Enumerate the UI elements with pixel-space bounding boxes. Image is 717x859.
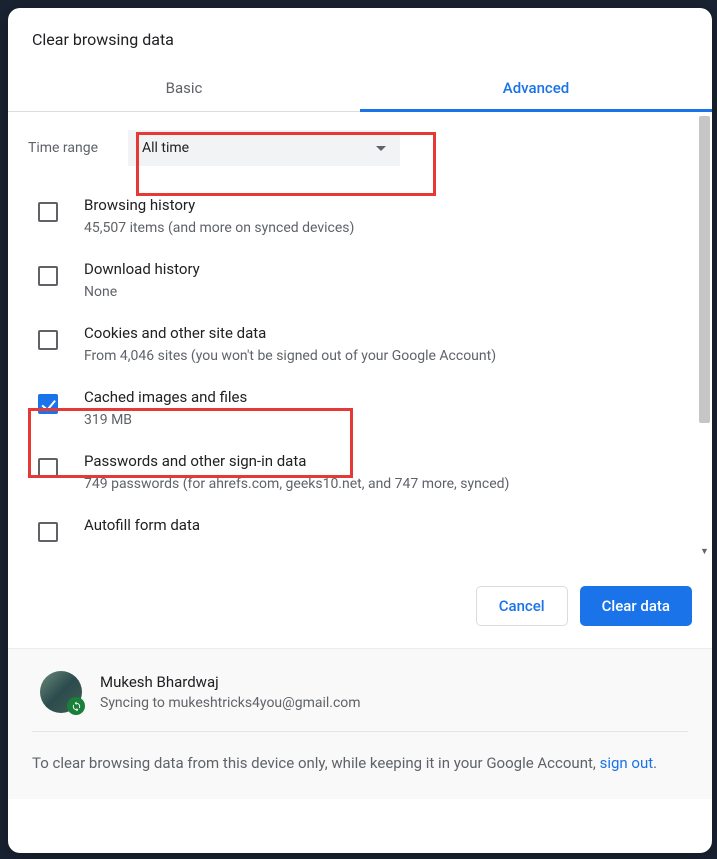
time-range-row: Time range All time <box>8 112 696 184</box>
item-texts: Cookies and other site data From 4,046 s… <box>84 324 496 364</box>
item-texts: Autofill form data <box>84 516 200 534</box>
scroll-down-icon[interactable]: ▼ <box>699 546 710 557</box>
avatar-wrap <box>40 671 82 713</box>
item-desc: From 4,046 sites (you won't be signed ou… <box>84 348 496 364</box>
item-download-history[interactable]: Download history None <box>8 248 696 312</box>
item-texts: Browsing history 45,507 items (and more … <box>84 196 354 236</box>
item-desc: 319 MB <box>84 412 247 428</box>
item-cached-images[interactable]: Cached images and files 319 MB <box>8 376 696 440</box>
checkbox-browsing-history[interactable] <box>38 202 58 222</box>
item-desc: 749 passwords (for ahrefs.com, geeks10.n… <box>84 476 509 492</box>
item-desc: None <box>84 284 200 300</box>
sign-out-link[interactable]: sign out <box>600 754 654 772</box>
item-desc: 45,507 items (and more on synced devices… <box>84 220 354 236</box>
checkbox-autofill[interactable] <box>38 522 58 542</box>
clear-data-button[interactable]: Clear data <box>580 586 692 626</box>
time-range-label: Time range <box>28 140 128 156</box>
item-texts: Download history None <box>84 260 200 300</box>
footer-text: To clear browsing data from this device … <box>32 732 688 775</box>
clear-browsing-data-dialog: Clear browsing data Basic Advanced Time … <box>8 8 712 853</box>
item-title: Cached images and files <box>84 388 247 406</box>
sync-section: Mukesh Bhardwaj Syncing to mukeshtricks4… <box>8 649 712 799</box>
item-title: Download history <box>84 260 200 278</box>
time-range-select-wrap: All time <box>128 130 400 166</box>
scrollbar-thumb[interactable] <box>699 116 710 423</box>
tab-advanced[interactable]: Advanced <box>360 65 712 111</box>
tab-basic[interactable]: Basic <box>8 65 360 111</box>
chevron-down-icon <box>376 146 386 151</box>
scrollbar-track[interactable] <box>699 116 710 554</box>
checkbox-cookies[interactable] <box>38 330 58 350</box>
checkbox-download-history[interactable] <box>38 266 58 286</box>
checkbox-passwords[interactable] <box>38 458 58 478</box>
footer-text-before: To clear browsing data from this device … <box>32 754 600 772</box>
sync-texts: Mukesh Bhardwaj Syncing to mukeshtricks4… <box>100 673 361 711</box>
cancel-button[interactable]: Cancel <box>476 586 568 626</box>
scroll-content[interactable]: Time range All time Browsing history 45,… <box>8 112 696 558</box>
item-cookies[interactable]: Cookies and other site data From 4,046 s… <box>8 312 696 376</box>
item-passwords[interactable]: Passwords and other sign-in data 749 pas… <box>8 440 696 504</box>
time-range-select[interactable]: All time <box>128 130 400 166</box>
item-autofill[interactable]: Autofill form data <box>8 504 696 554</box>
sync-status: Syncing to mukeshtricks4you@gmail.com <box>100 695 361 711</box>
time-range-value: All time <box>142 140 189 156</box>
item-texts: Passwords and other sign-in data 749 pas… <box>84 452 509 492</box>
tabs: Basic Advanced <box>8 65 712 112</box>
item-title: Autofill form data <box>84 516 200 534</box>
sync-badge-icon <box>67 697 85 715</box>
item-texts: Cached images and files 319 MB <box>84 388 247 428</box>
checkbox-cached-images[interactable] <box>38 394 58 414</box>
item-browsing-history[interactable]: Browsing history 45,507 items (and more … <box>8 184 696 248</box>
item-title: Cookies and other site data <box>84 324 496 342</box>
footer-text-after: . <box>653 754 657 772</box>
scroll-area: Time range All time Browsing history 45,… <box>8 112 712 558</box>
sync-row: Mukesh Bhardwaj Syncing to mukeshtricks4… <box>32 667 688 732</box>
item-title: Browsing history <box>84 196 354 214</box>
sync-user-name: Mukesh Bhardwaj <box>100 673 361 691</box>
button-row: Cancel Clear data <box>8 558 712 649</box>
dialog-title: Clear browsing data <box>8 8 712 65</box>
item-title: Passwords and other sign-in data <box>84 452 509 470</box>
